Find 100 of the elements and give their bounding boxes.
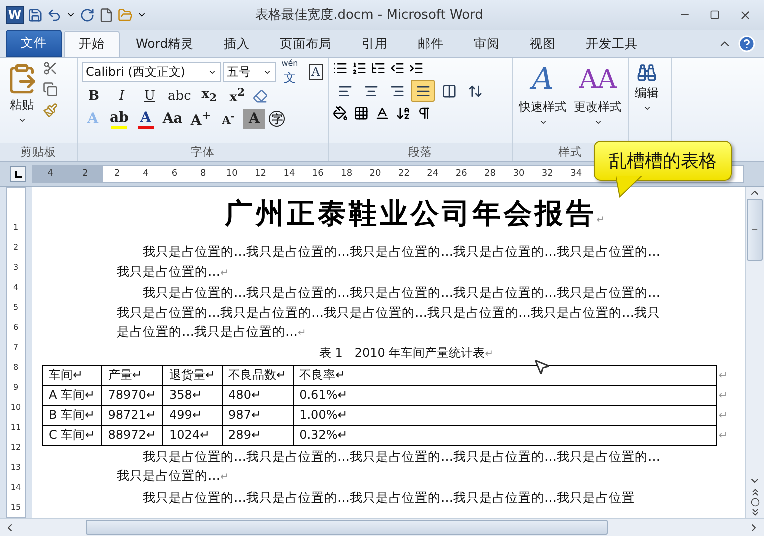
ruler-number: 8 xyxy=(13,362,19,374)
table-cell: 480↵ xyxy=(222,385,294,405)
format-button[interactable]: A$^{+}$ xyxy=(188,109,214,129)
character-border-button[interactable]: A xyxy=(304,61,328,83)
ribbon-tab[interactable]: 开始 xyxy=(64,31,120,57)
ribbon-tab[interactable]: 视图 xyxy=(516,32,570,57)
scroll-thumb[interactable] xyxy=(747,199,763,261)
ribbon-tab[interactable]: 引用 xyxy=(348,32,402,57)
table-cell: C 车间↵ xyxy=(42,425,102,445)
ruler-number: 22 xyxy=(397,169,411,179)
numbering-icon[interactable] xyxy=(352,61,367,76)
align-center-icon[interactable] xyxy=(364,84,378,98)
previous-page-icon[interactable] xyxy=(750,487,760,498)
ribbon-tab[interactable]: 页面布局 xyxy=(266,32,346,57)
shading-icon[interactable] xyxy=(333,106,348,121)
format-button[interactable]: 字 xyxy=(269,111,286,127)
group-label: 剪贴板 xyxy=(0,143,77,161)
ruler-number: 4 xyxy=(46,169,54,179)
increase-indent-icon[interactable] xyxy=(409,61,424,76)
ruler-number: 30 xyxy=(512,169,526,179)
help-icon[interactable] xyxy=(738,35,756,53)
ruler-number: 7 xyxy=(13,342,19,354)
browse-object-icon[interactable] xyxy=(750,498,760,507)
binoculars-icon[interactable] xyxy=(637,63,657,83)
columns-icon[interactable] xyxy=(442,84,456,98)
font-size-field[interactable]: 五号 xyxy=(223,62,276,82)
row-end-mark: ↵ xyxy=(716,405,730,425)
font-name-field[interactable]: Calibri (西文正文) xyxy=(82,62,221,82)
phonetic-guide-button[interactable]: wén 文 xyxy=(278,61,302,83)
format-button[interactable]: U xyxy=(138,86,162,106)
tab-selector-icon[interactable] xyxy=(10,166,26,182)
body-paragraph: 我只是占位置的…我只是占位置的…我只是占位置的…我只是占位置的…我只是占位置的…我只是占位置的…↵ xyxy=(117,448,661,485)
borders-icon[interactable] xyxy=(354,106,369,121)
copy-icon[interactable] xyxy=(43,82,58,97)
ruler-number: 8 xyxy=(200,169,208,179)
editing-button[interactable]: 编辑 xyxy=(633,61,661,140)
redo-icon[interactable] xyxy=(80,8,95,22)
format-button[interactable]: A xyxy=(134,109,157,129)
table-cell: 0.32%↵ xyxy=(293,425,716,445)
ruler-number: 2 xyxy=(82,169,90,179)
close-icon[interactable] xyxy=(738,8,752,22)
ruler-number: 16 xyxy=(311,169,325,179)
asian-layout-icon[interactable] xyxy=(375,106,390,121)
vertical-scrollbar[interactable] xyxy=(745,187,764,518)
ruler-number: 6 xyxy=(170,169,179,179)
scroll-thumb[interactable] xyxy=(86,520,608,535)
justify-icon[interactable] xyxy=(416,84,430,98)
caret-icon[interactable] xyxy=(642,104,652,113)
align-right-icon[interactable] xyxy=(390,84,404,98)
format-button[interactable]: B xyxy=(82,86,106,106)
format-button[interactable]: x$_{2}$ xyxy=(197,86,222,106)
decrease-indent-icon[interactable] xyxy=(390,61,405,76)
ruler-number: 18 xyxy=(340,169,354,179)
format-button[interactable]: ab xyxy=(108,109,131,129)
change-styles-button[interactable]: AA 更改样式 xyxy=(572,61,624,140)
ruler-number: 9 xyxy=(13,382,19,394)
quick-styles-button[interactable]: A 快速样式 xyxy=(517,61,569,140)
paragraph-mark-icon[interactable] xyxy=(417,106,432,121)
undo-icon[interactable] xyxy=(47,8,62,22)
ribbon-tab[interactable]: 审阅 xyxy=(460,32,514,57)
caret-icon[interactable] xyxy=(538,118,548,127)
ribbon-tab[interactable]: 邮件 xyxy=(404,32,458,57)
format-button[interactable]: A$^{-}$ xyxy=(217,109,240,129)
table-cell: 987↵ xyxy=(222,405,294,425)
restore-icon[interactable] xyxy=(710,10,720,20)
format-button[interactable]: Aa xyxy=(160,109,185,129)
ruler-number: 4 xyxy=(142,169,150,179)
save-icon[interactable] xyxy=(28,8,43,22)
ribbon-tab[interactable]: Word精灵 xyxy=(122,32,208,57)
file-tab[interactable]: 文件 xyxy=(6,30,62,57)
body-paragraph: 我只是占位置的…我只是占位置的…我只是占位置的…我只是占位置的…我只是占位置 xyxy=(142,488,636,506)
clear-formatting-icon[interactable] xyxy=(253,88,268,104)
cut-icon[interactable] xyxy=(43,61,58,76)
caret-icon[interactable] xyxy=(18,116,26,125)
new-document-icon[interactable] xyxy=(99,8,114,22)
sort-icon[interactable] xyxy=(396,106,411,121)
align-left-icon[interactable] xyxy=(338,84,352,98)
word-app-icon[interactable]: W xyxy=(6,6,24,24)
row-end-mark: ↵ xyxy=(716,365,730,385)
multilevel-list-icon[interactable] xyxy=(371,61,386,76)
format-button[interactable]: x$^{2}$ xyxy=(225,86,250,106)
paste-label[interactable]: 粘贴 xyxy=(10,97,34,114)
format-button[interactable]: A xyxy=(243,109,266,129)
format-painter-icon[interactable] xyxy=(43,103,58,118)
horizontal-scrollbar[interactable] xyxy=(0,518,764,536)
ruler-number: 26 xyxy=(454,169,468,179)
next-page-icon[interactable] xyxy=(750,507,760,518)
ribbon-tab[interactable]: 插入 xyxy=(210,32,264,57)
table-header-cell: 不良品数↵ xyxy=(222,365,294,385)
bullets-icon[interactable] xyxy=(333,61,348,76)
ruler-number: 6 xyxy=(13,322,19,334)
format-button[interactable]: I xyxy=(110,86,134,106)
ribbon-tab[interactable]: 开发工具 xyxy=(572,32,652,57)
ruler-number: 4 xyxy=(13,282,19,294)
caret-icon[interactable] xyxy=(594,118,602,127)
justify-button[interactable] xyxy=(411,80,435,102)
ruler-number: 3 xyxy=(13,262,19,274)
line-spacing-icon[interactable] xyxy=(468,84,482,98)
table-cell: 0.61%↵ xyxy=(293,385,716,405)
format-button[interactable]: abc xyxy=(166,86,194,106)
